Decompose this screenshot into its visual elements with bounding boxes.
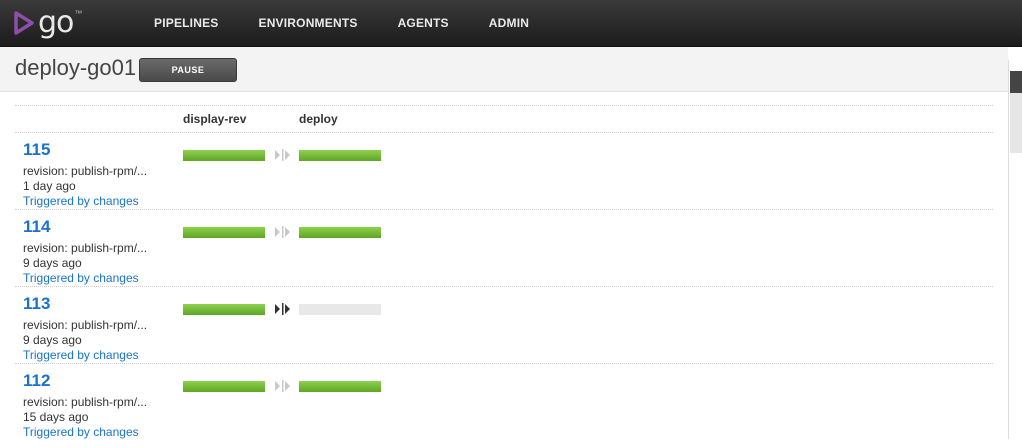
divider xyxy=(15,209,993,210)
right-panel-edge xyxy=(1008,60,1022,439)
pipeline-run-row: 114 revision: publish-rpm/... 9 days ago Tr… xyxy=(0,217,1000,294)
top-nav-bar: go ™ PIPELINES ENVIRONMENTS AGENTS ADMIN xyxy=(0,0,1022,47)
run-label[interactable]: 115 xyxy=(23,140,50,160)
stage-display-rev[interactable] xyxy=(183,304,265,315)
right-panel-scroll xyxy=(1010,93,1022,153)
run-label[interactable]: 113 xyxy=(23,294,50,314)
revision-text: revision: publish-rpm/... xyxy=(23,164,148,178)
manual-trigger-icon[interactable] xyxy=(274,149,290,161)
right-panel-tab[interactable] xyxy=(1010,71,1022,93)
nav-admin[interactable]: ADMIN xyxy=(489,16,529,30)
trigger-link[interactable]: Triggered by changes xyxy=(23,425,139,439)
stage-display-rev[interactable] xyxy=(183,227,265,238)
pipeline-run-row: 112 revision: publish-rpm/... 15 days ago T… xyxy=(0,371,1000,448)
go-logo[interactable]: go ™ xyxy=(14,5,83,40)
nav-environments[interactable]: ENVIRONMENTS xyxy=(258,16,357,30)
pipeline-run-row: 115 revision: publish-rpm/... 1 day ago Tri… xyxy=(0,140,1000,217)
trigger-link[interactable]: Triggered by changes xyxy=(23,194,139,208)
manual-trigger-icon[interactable] xyxy=(274,226,290,238)
trigger-link[interactable]: Triggered by changes xyxy=(23,348,139,362)
revision-text: revision: publish-rpm/... xyxy=(23,318,148,332)
stage-deploy[interactable] xyxy=(299,381,381,392)
logo-text: go xyxy=(38,5,74,40)
manual-trigger-icon[interactable] xyxy=(274,380,290,392)
stage-deploy[interactable] xyxy=(299,227,381,238)
manual-trigger-icon[interactable] xyxy=(274,303,290,315)
trigger-link[interactable]: Triggered by changes xyxy=(23,271,139,285)
nav-pipelines[interactable]: PIPELINES xyxy=(154,16,218,30)
run-age: 9 days ago xyxy=(23,256,82,270)
stage-header-display-rev: display-rev xyxy=(183,112,247,126)
divider xyxy=(15,105,993,106)
revision-text: revision: publish-rpm/... xyxy=(23,241,148,255)
stage-deploy[interactable] xyxy=(299,304,381,315)
divider xyxy=(15,286,993,287)
run-age: 9 days ago xyxy=(23,333,82,347)
stage-deploy[interactable] xyxy=(299,150,381,161)
revision-text: revision: publish-rpm/... xyxy=(23,395,148,409)
logo-trademark: ™ xyxy=(74,8,83,18)
divider xyxy=(15,363,993,364)
stage-display-rev[interactable] xyxy=(183,150,265,161)
stage-header-deploy: deploy xyxy=(299,112,338,126)
go-logo-icon xyxy=(14,11,34,35)
pause-button[interactable]: PAUSE xyxy=(139,58,237,82)
main-nav: PIPELINES ENVIRONMENTS AGENTS ADMIN xyxy=(154,0,569,46)
run-age: 1 day ago xyxy=(23,179,76,193)
run-age: 15 days ago xyxy=(23,410,89,424)
page-header: deploy-go01 PAUSE xyxy=(0,47,1008,92)
run-label[interactable]: 112 xyxy=(23,371,50,391)
page-title: deploy-go01 xyxy=(15,55,137,80)
stage-display-rev[interactable] xyxy=(183,381,265,392)
nav-agents[interactable]: AGENTS xyxy=(398,16,449,30)
pipeline-run-row: 113 revision: publish-rpm/... 9 days ago Tr… xyxy=(0,294,1000,371)
divider xyxy=(15,132,993,133)
run-label[interactable]: 114 xyxy=(23,217,50,237)
